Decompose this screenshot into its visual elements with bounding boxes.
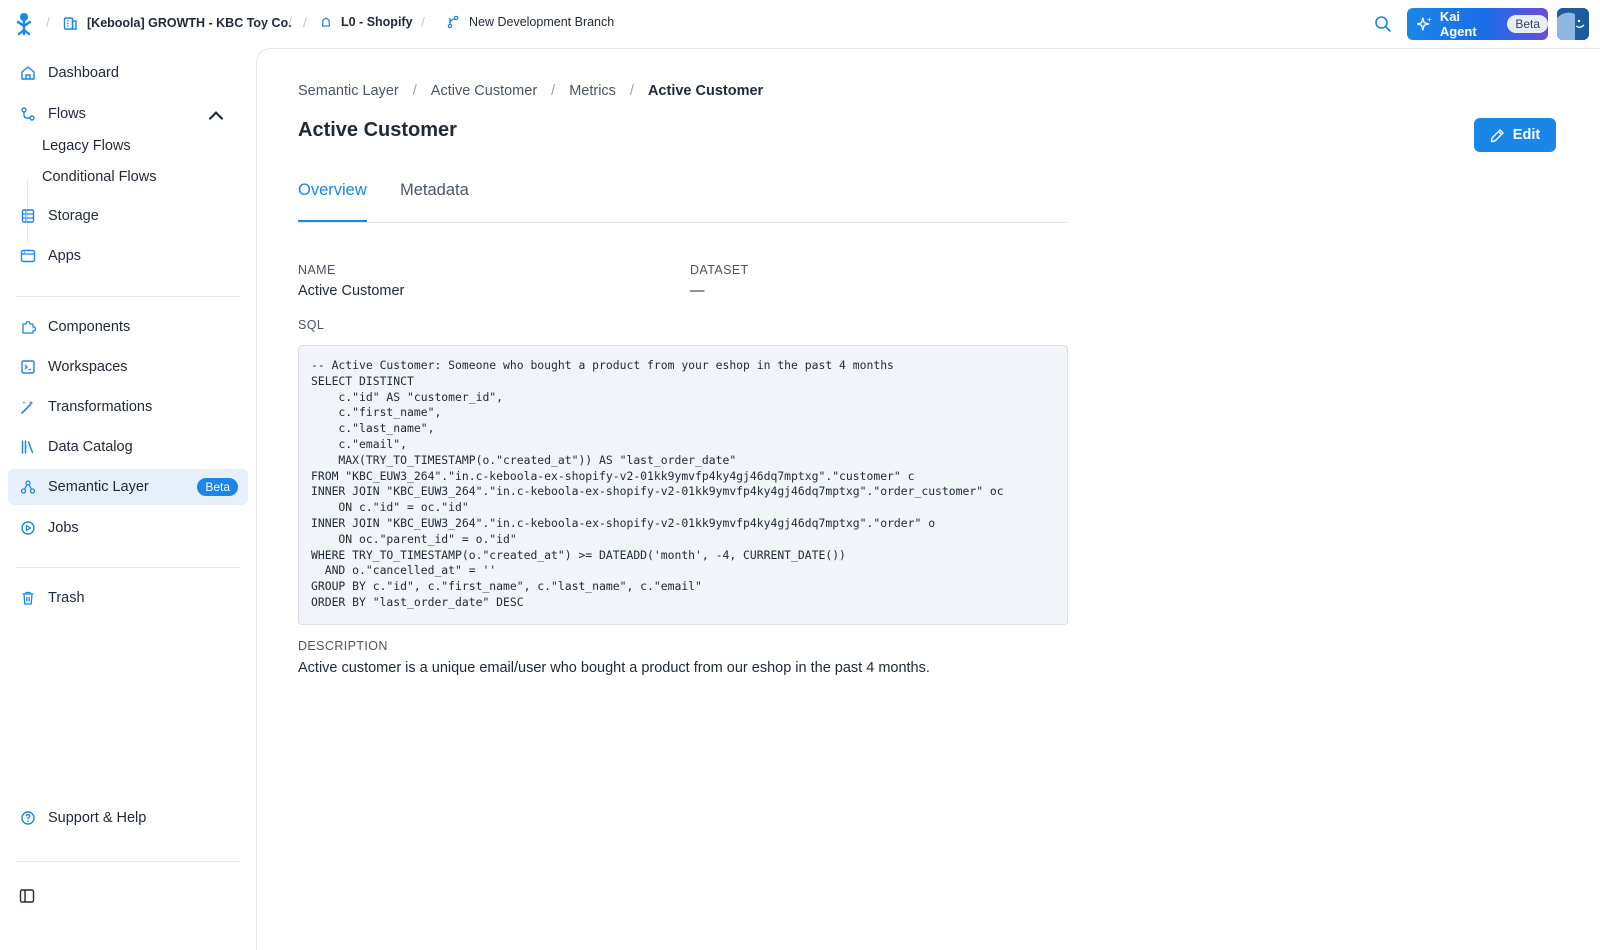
beta-badge: Beta: [197, 478, 238, 496]
sql-code: -- Active Customer: Someone who bought a…: [311, 358, 1004, 609]
trash-icon: [22, 591, 34, 605]
kai-agent-label: Kai Agent: [1439, 9, 1477, 39]
sidebar-item-label: Dashboard: [48, 65, 119, 81]
breadcrumb: Semantic Layer / Active Customer / Metri…: [298, 83, 763, 99]
edit-label: Edit: [1512, 127, 1541, 143]
config-selector[interactable]: L0 - Shopify: [320, 15, 413, 29]
sql-label: SQL: [298, 318, 325, 332]
breadcrumb-separator: /: [551, 83, 556, 99]
edit-button[interactable]: Edit: [1474, 118, 1556, 152]
breadcrumb-item-metrics[interactable]: Metrics: [569, 83, 616, 99]
storage-icon: [21, 209, 35, 223]
sidebar-item-label: Transformations: [48, 399, 153, 415]
sidebar-item-transformations[interactable]: Transformations: [8, 389, 248, 425]
top-breadcrumb-separator: /: [421, 14, 425, 30]
sidebar-item-apps[interactable]: Apps: [8, 238, 248, 274]
sidebar-item-label: Components: [48, 319, 131, 335]
project-selector[interactable]: [Keboola] GROWTH - KBC Toy Co.: [62, 15, 292, 31]
flows-icon: [21, 107, 35, 121]
sidebar-item-label: Trash: [48, 590, 85, 606]
semantic-layer-icon: [20, 480, 36, 494]
magic-wand-icon: [21, 400, 34, 414]
sidebar-item-label: Semantic Layer: [48, 479, 149, 495]
description-label: DESCRIPTION: [298, 639, 388, 653]
breadcrumb-item-semantic-layer[interactable]: Semantic Layer: [298, 83, 399, 99]
sidebar-item-support[interactable]: Support & Help: [8, 800, 248, 836]
kai-agent-button[interactable]: Kai Agent Beta: [1407, 8, 1548, 40]
top-breadcrumb-separator: /: [303, 14, 307, 30]
sidebar-item-label: Support & Help: [48, 810, 147, 826]
sidebar-toggle-icon[interactable]: [19, 888, 35, 904]
sparkles-icon: [1417, 17, 1432, 31]
sidebar-item-label: Flows: [48, 106, 86, 122]
tab-overview[interactable]: Overview: [298, 181, 367, 222]
name-label: NAME: [298, 263, 336, 277]
building-icon: [63, 17, 77, 30]
dataset-label: DATASET: [690, 263, 749, 277]
home-icon: [21, 66, 35, 80]
library-icon: [21, 440, 34, 454]
sidebar-item-conditional-flows[interactable]: Conditional Flows: [42, 169, 156, 185]
sidebar-item-storage[interactable]: Storage: [8, 198, 248, 234]
project-name: [Keboola] GROWTH - KBC Toy Co.: [87, 16, 292, 30]
apps-icon: [20, 249, 36, 263]
name-value: Active Customer: [298, 283, 405, 299]
sidebar-item-data-catalog[interactable]: Data Catalog: [8, 429, 248, 465]
puzzle-icon: [22, 320, 36, 334]
breadcrumb-separator: /: [412, 83, 417, 99]
chevron-up-icon[interactable]: [208, 108, 224, 124]
sidebar-item-dashboard[interactable]: Dashboard: [8, 55, 248, 91]
tab-metadata[interactable]: Metadata: [400, 181, 469, 220]
top-breadcrumb-separator: /: [46, 14, 50, 30]
sidebar: Dashboard Flows Legacy Flows Conditional…: [0, 48, 256, 950]
sidebar-item-jobs[interactable]: Jobs: [8, 510, 248, 546]
sidebar-divider: [16, 861, 240, 862]
sidebar-item-label: Data Catalog: [48, 439, 133, 455]
play-circle-icon: [21, 521, 35, 535]
git-branch-icon: [447, 15, 459, 29]
sidebar-divider: [16, 567, 240, 568]
keboola-logo-icon[interactable]: [15, 12, 33, 36]
sidebar-item-label: Apps: [48, 248, 82, 264]
sidebar-item-label: Workspaces: [48, 359, 128, 375]
workspace-icon: [21, 360, 35, 374]
breadcrumb-item-active-customer[interactable]: Active Customer: [431, 83, 537, 99]
branch-selector[interactable]: New Development Branch: [446, 15, 614, 29]
sidebar-divider: [16, 296, 240, 297]
dataset-value: —: [690, 283, 705, 299]
sidebar-item-flows[interactable]: Flows: [8, 96, 248, 132]
kai-beta-badge: Beta: [1507, 15, 1548, 33]
sql-code-block[interactable]: -- Active Customer: Someone who bought a…: [298, 345, 1068, 625]
sidebar-item-trash[interactable]: Trash: [8, 580, 248, 616]
sidebar-item-components[interactable]: Components: [8, 309, 248, 345]
avatar-icon: [1557, 8, 1589, 40]
shopify-icon: [321, 17, 331, 27]
tab-bar: Overview Metadata: [298, 169, 1068, 223]
pencil-icon: [1490, 128, 1504, 142]
user-avatar[interactable]: [1557, 8, 1589, 40]
config-name: L0 - Shopify: [341, 15, 413, 29]
top-bar: / [Keboola] GROWTH - KBC Toy Co. / / L0 …: [0, 0, 1600, 48]
sidebar-item-semantic-layer[interactable]: Semantic Layer Beta: [8, 469, 248, 505]
breadcrumb-current: Active Customer: [647, 83, 764, 99]
page-title: Active Customer: [298, 119, 457, 141]
description-value: Active customer is a unique email/user w…: [298, 660, 930, 676]
sidebar-item-label: Jobs: [48, 520, 79, 536]
sidebar-item-legacy-flows[interactable]: Legacy Flows: [42, 138, 131, 154]
search-icon[interactable]: [1374, 15, 1392, 33]
breadcrumb-separator: /: [629, 83, 634, 99]
top-breadcrumb-separator: /: [288, 14, 292, 30]
help-circle-icon: [21, 811, 35, 825]
sidebar-item-label: Storage: [48, 208, 99, 224]
sidebar-item-workspaces[interactable]: Workspaces: [8, 349, 248, 385]
main-content: Semantic Layer / Active Customer / Metri…: [256, 48, 1600, 950]
branch-name: New Development Branch: [469, 15, 615, 29]
